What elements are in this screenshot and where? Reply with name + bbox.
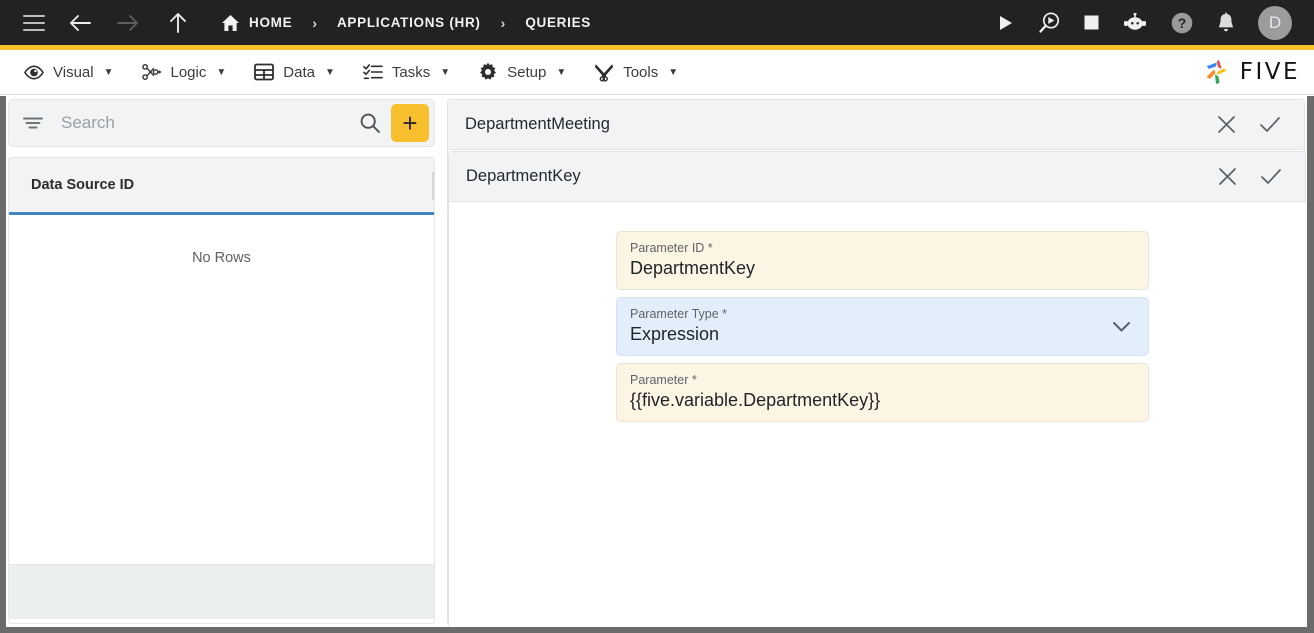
breadcrumb-label-home: HOME	[249, 15, 293, 30]
grid-header-row: Data Source ID	[9, 158, 434, 215]
top-navigation-bar: HOME › APPLICATIONS (HR) › QUERIES ? D	[0, 0, 1314, 45]
search-bar: +	[8, 99, 435, 147]
arrow-left-icon[interactable]	[67, 12, 93, 34]
grid-body: No Rows	[9, 215, 434, 564]
notifications-bell-icon[interactable]	[1216, 11, 1236, 34]
field-value-parameter[interactable]: {{five.variable.DepartmentKey}}	[630, 390, 1134, 411]
menu-label-visual: Visual	[53, 63, 94, 81]
menu-item-logic[interactable]: Logic ▼	[128, 50, 241, 95]
chevron-down-icon[interactable]	[1112, 321, 1131, 333]
main-content-panel: DepartmentMeeting DepartmentKey Paramete…	[447, 99, 1307, 629]
five-mark-icon	[1203, 57, 1233, 87]
svg-text:?: ?	[1178, 15, 1187, 31]
grid-column-data-source-id[interactable]: Data Source ID	[31, 177, 134, 193]
horizontal-scrollbar[interactable]	[0, 627, 1314, 633]
panel-title-department-key: DepartmentKey	[466, 167, 581, 185]
search-input[interactable]	[61, 113, 357, 133]
arrow-up-icon[interactable]	[167, 11, 189, 35]
panel-actions-department-key	[1218, 167, 1305, 186]
field-value-parameter-id[interactable]: DepartmentKey	[630, 258, 1134, 279]
panel-department-key: DepartmentKey Parameter ID * DepartmentK…	[448, 151, 1307, 629]
grid-footer	[9, 564, 434, 619]
breadcrumb-item-queries[interactable]: QUERIES	[525, 15, 591, 30]
vertical-scrollbar[interactable]	[1307, 96, 1314, 633]
checklist-icon	[363, 62, 383, 82]
chevron-down-icon: ▼	[103, 66, 114, 78]
field-value-parameter-type[interactable]: Expression	[630, 324, 1134, 345]
chevron-down-icon: ▼	[216, 66, 227, 78]
panel-header-department-meeting: DepartmentMeeting	[448, 100, 1304, 150]
assistant-bot-icon[interactable]	[1122, 12, 1148, 33]
run-icon[interactable]	[997, 14, 1015, 32]
panel-title-department-meeting: DepartmentMeeting	[465, 115, 610, 133]
field-label-parameter-type: Parameter Type *	[630, 307, 728, 321]
avatar[interactable]: D	[1258, 5, 1292, 40]
sidebar-panel: + Data Source ID No Rows	[8, 99, 437, 624]
menu-label-tools: Tools	[623, 63, 659, 81]
brand-logo[interactable]: FIVE	[1203, 57, 1300, 87]
field-label-parameter: Parameter *	[630, 373, 697, 387]
breadcrumb-item-home[interactable]: HOME	[221, 14, 292, 32]
top-bar-actions: ? D	[997, 5, 1314, 40]
brand-name: FIVE	[1239, 59, 1300, 85]
panel-actions-department-meeting	[1217, 115, 1304, 134]
help-icon[interactable]: ?	[1170, 11, 1194, 35]
menu-label-setup: Setup	[507, 63, 547, 81]
search-icon[interactable]	[357, 112, 383, 134]
chevron-down-icon: ▼	[440, 66, 451, 78]
home-icon	[221, 14, 240, 32]
add-button[interactable]: +	[391, 104, 429, 142]
parameter-form: Parameter ID * DepartmentKey Parameter T…	[449, 203, 1307, 629]
data-source-grid: Data Source ID No Rows	[8, 157, 435, 624]
field-label-parameter-id: Parameter ID *	[630, 241, 713, 255]
column-resize-handle[interactable]	[432, 172, 434, 200]
gear-icon	[478, 62, 498, 82]
check-icon[interactable]	[1260, 167, 1282, 186]
menu-label-data: Data	[283, 63, 315, 81]
left-scroll-rail[interactable]	[0, 96, 6, 633]
menu-item-setup[interactable]: Setup ▼	[464, 50, 580, 95]
breadcrumb-item-applications[interactable]: APPLICATIONS (HR)	[337, 15, 481, 30]
field-parameter-type[interactable]: Parameter Type * Expression	[616, 297, 1149, 356]
chevron-down-icon: ▼	[556, 66, 567, 78]
menu-item-tasks[interactable]: Tasks ▼	[349, 50, 464, 95]
chevron-down-icon: ▼	[668, 66, 679, 78]
arrow-right-icon[interactable]	[115, 12, 141, 34]
close-icon[interactable]	[1217, 115, 1236, 134]
panel-header-department-key: DepartmentKey	[449, 152, 1305, 202]
field-parameter-id[interactable]: Parameter ID * DepartmentKey	[616, 231, 1149, 290]
hamburger-icon[interactable]	[23, 14, 45, 31]
chevron-down-icon: ▼	[324, 66, 335, 78]
close-icon[interactable]	[1218, 167, 1237, 186]
grid-empty-message: No Rows	[192, 250, 251, 266]
check-icon[interactable]	[1259, 115, 1281, 134]
field-parameter[interactable]: Parameter * {{five.variable.DepartmentKe…	[616, 363, 1149, 422]
stop-icon[interactable]	[1083, 14, 1100, 31]
menu-label-tasks: Tasks	[391, 63, 431, 81]
breadcrumb-separator: ›	[312, 14, 317, 31]
menu-item-visual[interactable]: Visual ▼	[10, 50, 128, 95]
eye-icon	[24, 62, 44, 82]
logic-nodes-icon	[141, 62, 162, 82]
menu-item-tools[interactable]: Tools ▼	[580, 50, 692, 95]
panel-department-meeting: DepartmentMeeting DepartmentKey Paramete…	[447, 99, 1307, 629]
menu-label-logic: Logic	[170, 63, 207, 81]
filter-icon[interactable]	[23, 116, 43, 130]
menu-item-data[interactable]: Data ▼	[240, 50, 349, 95]
table-grid-icon	[254, 62, 275, 82]
breadcrumb-separator-2: ›	[500, 14, 506, 31]
application-menu-bar: Visual ▼ Logic ▼ Data ▼ Tasks ▼ Setup ▼ …	[0, 50, 1314, 95]
tools-icon	[594, 62, 614, 82]
debug-icon[interactable]	[1037, 11, 1061, 35]
